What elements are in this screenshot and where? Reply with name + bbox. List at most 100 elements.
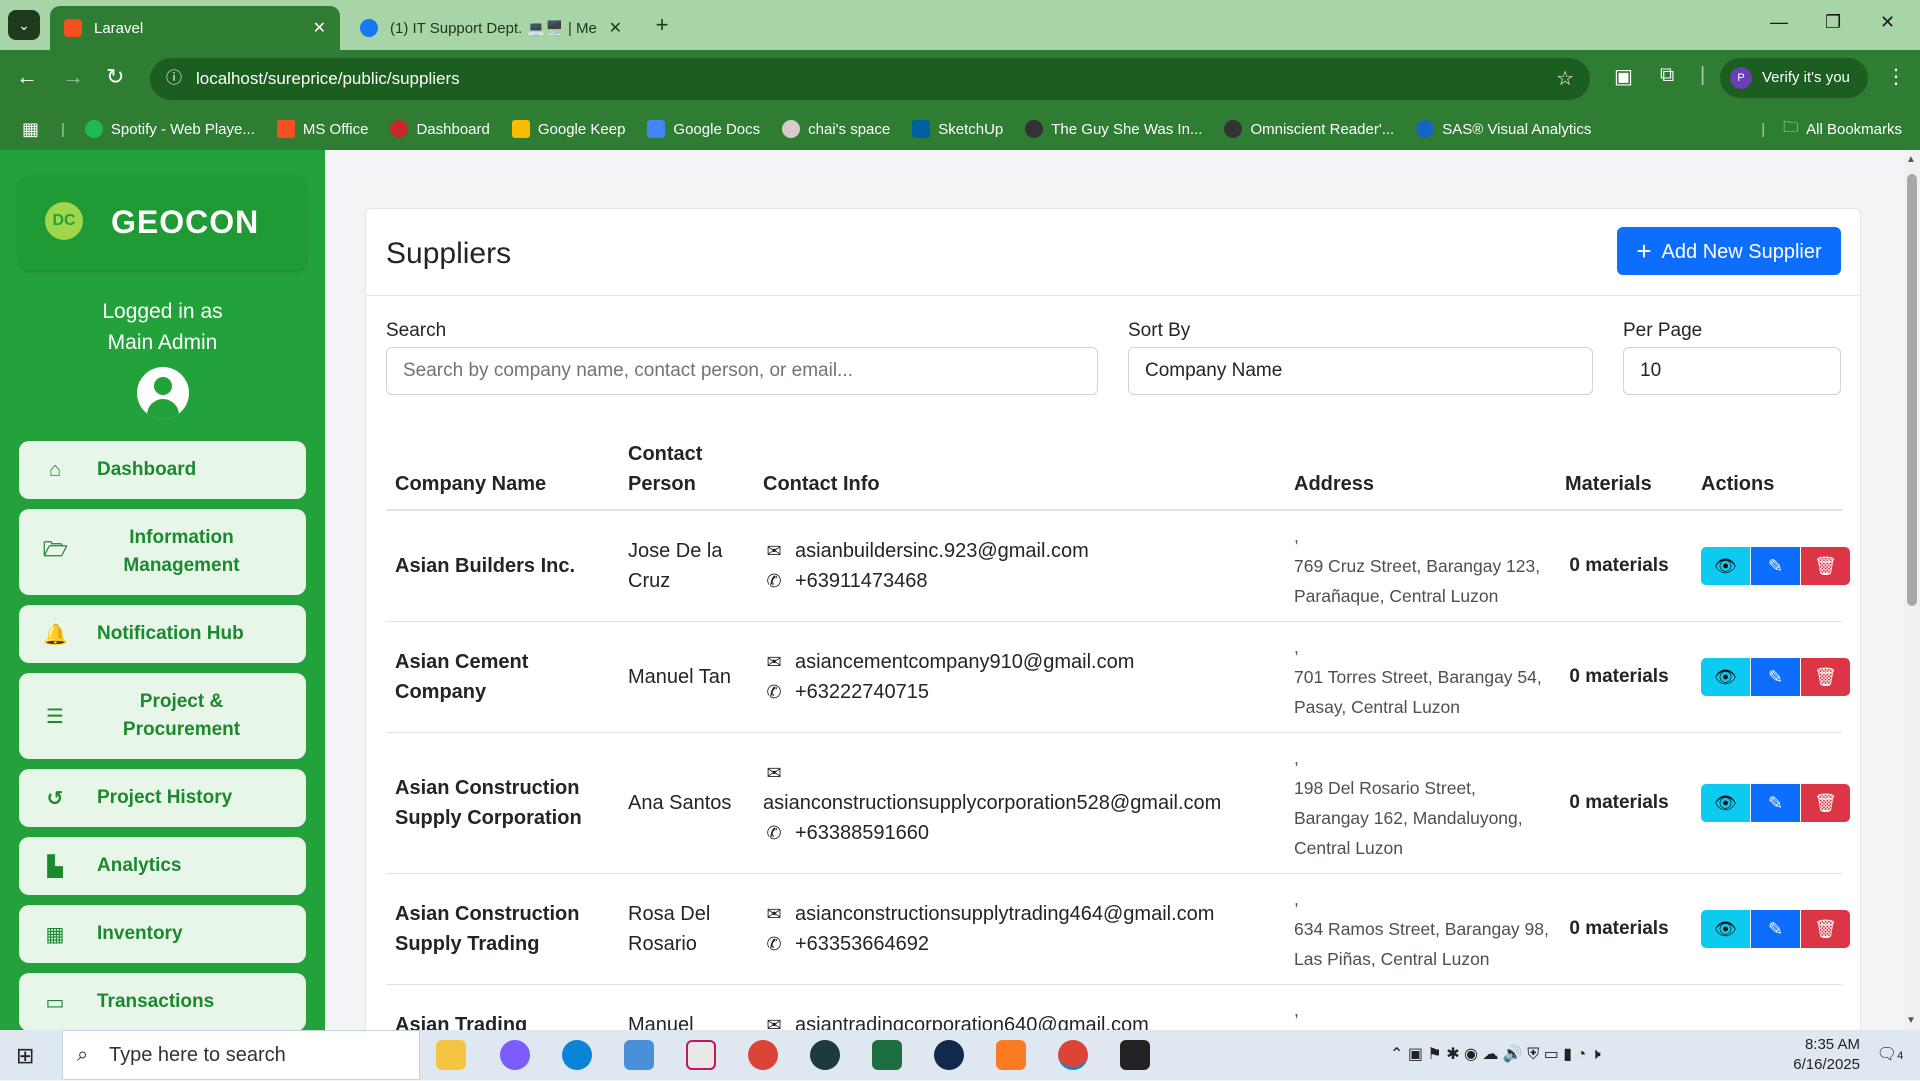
table-row[interactable]: Asian Construction Supply Corporation An… <box>386 733 1850 874</box>
extensions-puzzle-icon[interactable]: ⧉ <box>1660 64 1674 87</box>
app-icon[interactable] <box>810 1040 840 1070</box>
edit-icon: ✎ <box>1767 793 1784 813</box>
new-tab-button[interactable]: + <box>648 12 676 40</box>
edit-button[interactable]: ✎ <box>1751 658 1800 696</box>
browser-menu-icon[interactable]: ⋮ <box>1886 64 1906 89</box>
excel-icon[interactable] <box>872 1040 902 1070</box>
edit-button[interactable]: ✎ <box>1751 547 1800 585</box>
bookmarks-divider: | <box>1761 120 1766 138</box>
history-icon: ↺ <box>46 787 64 810</box>
bookmark-chais-space[interactable]: chai's space <box>782 120 890 138</box>
terminal-icon[interactable] <box>1120 1040 1150 1070</box>
copilot-icon[interactable] <box>500 1040 530 1070</box>
sidebar-item-project-history[interactable]: ↺ Project History <box>19 769 306 827</box>
view-button[interactable]: 👁 <box>1701 547 1750 585</box>
tab-messenger[interactable]: (1) IT Support Dept. 💻🖥️ | Me ✕ <box>346 6 636 50</box>
profile-button[interactable]: P Verify it's you <box>1720 58 1868 98</box>
bookmark-sas-analytics[interactable]: SAS® Visual Analytics <box>1416 120 1591 138</box>
tab-title: (1) IT Support Dept. 💻🖥️ | Me <box>390 20 597 37</box>
add-new-supplier-button[interactable]: + Add New Supplier <box>1617 227 1841 275</box>
column-header-company[interactable]: Company Name <box>395 469 546 499</box>
page-title: Suppliers <box>386 237 512 270</box>
sidebar-item-analytics[interactable]: ▙ Analytics <box>19 837 306 895</box>
edge-icon[interactable] <box>562 1040 592 1070</box>
sort-by-select[interactable]: Company Name <box>1128 347 1593 395</box>
search-input[interactable]: Search by company name, contact person, … <box>386 347 1098 395</box>
reload-icon[interactable]: ↻ <box>106 64 124 90</box>
bookmark-sketchup[interactable]: SketchUp <box>912 120 1003 138</box>
address-bar[interactable]: ⓘ localhost/sureprice/public/suppliers ☆ <box>150 58 1590 100</box>
column-header-contact-person[interactable]: Contact Person <box>628 439 728 499</box>
chrome-profile-icon[interactable] <box>1058 1040 1088 1070</box>
notifications-icon[interactable]: 🗨4 <box>1870 1030 1910 1080</box>
apps-grid-icon[interactable]: ▦ <box>22 119 39 140</box>
sidebar-item-dashboard[interactable]: ⌂ Dashboard <box>19 441 306 499</box>
close-tab-icon[interactable]: ✕ <box>609 18 622 38</box>
close-tab-icon[interactable]: ✕ <box>313 18 326 38</box>
bookmark-google-keep[interactable]: Google Keep <box>511 120 625 138</box>
book-icon <box>1025 120 1044 138</box>
delete-button[interactable]: 🗑 <box>1801 910 1850 948</box>
scroll-down-icon[interactable]: ▼ <box>1906 1015 1916 1026</box>
tab-laravel[interactable]: Laravel ✕ <box>50 6 340 50</box>
sidebar-item-project-procurement[interactable]: ☰ Project & Procurement <box>19 673 306 759</box>
chrome-icon[interactable] <box>748 1040 778 1070</box>
money-icon: ▭ <box>45 991 65 1014</box>
bookmark-google-docs[interactable]: Google Docs <box>647 120 760 138</box>
taskbar-search-box[interactable]: ⌕ Type here to search <box>62 1030 420 1080</box>
row-actions: 👁 ✎ 🗑 <box>1701 547 1851 585</box>
edit-button[interactable]: ✎ <box>1751 784 1800 822</box>
laravel-favicon-icon <box>64 19 82 37</box>
sidebar-item-notification-hub[interactable]: 🔔 Notification Hub <box>19 605 306 663</box>
app-c-icon[interactable] <box>934 1040 964 1070</box>
minimize-icon[interactable]: — <box>1770 12 1788 33</box>
snipping-tool-icon[interactable] <box>686 1040 716 1070</box>
brand-block[interactable]: DC GEOCON <box>19 176 306 270</box>
extension-icon[interactable]: ▣ <box>1614 64 1633 89</box>
table-row[interactable]: Asian Cement Company Manuel Tan ✉ asiance… <box>386 622 1850 733</box>
tab-search-button[interactable]: ⌄ <box>8 10 40 40</box>
edit-button[interactable]: ✎ <box>1751 910 1800 948</box>
maximize-icon[interactable]: ❐ <box>1825 12 1841 33</box>
delete-button[interactable]: 🗑 <box>1801 547 1850 585</box>
system-tray-icons[interactable]: ⌃ ▣ ⚑ ✱ ◉ ☁ 🔊 ⛨ ▭ ▮ ◔ 🕨 <box>1390 1030 1740 1080</box>
xampp-icon[interactable] <box>996 1040 1026 1070</box>
sidebar-item-information-management[interactable]: 🗁 Information Management <box>19 509 306 595</box>
delete-button[interactable]: 🗑 <box>1801 658 1850 696</box>
contact-person: Rosa Del Rosario <box>628 903 711 955</box>
page-scrollbar[interactable]: ▲ ▼ <box>1904 150 1920 1030</box>
sidebar-item-inventory[interactable]: ▦ Inventory <box>19 905 306 963</box>
bookmark-omniscient-reader[interactable]: Omniscient Reader'... <box>1224 120 1394 138</box>
view-button[interactable]: 👁 <box>1701 658 1750 696</box>
geocon-logo-icon: DC <box>45 202 83 240</box>
column-header-materials: Materials <box>1565 473 1652 495</box>
back-icon[interactable]: ← <box>16 64 38 90</box>
column-header-address: Address <box>1294 473 1375 495</box>
forward-icon[interactable]: → <box>62 64 84 90</box>
view-button[interactable]: 👁 <box>1701 910 1750 948</box>
per-page-select[interactable]: 10 <box>1623 347 1841 395</box>
bookmark-the-guy-she-was[interactable]: The Guy She Was In... <box>1025 120 1202 138</box>
all-bookmarks[interactable]: | 🗀 All Bookmarks <box>1761 117 1902 142</box>
sidebar-item-transactions[interactable]: ▭ Transactions <box>19 973 306 1031</box>
bookmark-star-icon[interactable]: ☆ <box>1556 58 1574 100</box>
delete-button[interactable]: 🗑 <box>1801 784 1850 822</box>
news-icon[interactable] <box>624 1040 654 1070</box>
site-info-icon[interactable]: ⓘ <box>166 58 182 100</box>
bookmark-spotify[interactable]: Spotify - Web Playe... <box>84 120 255 138</box>
bookmark-dashboard[interactable]: Dashboard <box>390 120 490 138</box>
bookmark-ms-office[interactable]: MS Office <box>276 120 368 138</box>
scroll-up-icon[interactable]: ▲ <box>1906 154 1916 165</box>
file-explorer-icon[interactable] <box>436 1040 466 1070</box>
windows-start-icon[interactable]: ⊞ <box>16 1043 34 1069</box>
scrollbar-thumb[interactable] <box>1907 174 1917 606</box>
trash-icon: 🗑 <box>1814 556 1837 576</box>
table-row[interactable]: Asian Construction Supply Trading Rosa D… <box>386 874 1850 985</box>
address: , <box>1294 1000 1299 1020</box>
trash-icon: 🗑 <box>1814 667 1837 687</box>
close-window-icon[interactable]: ✕ <box>1880 12 1895 33</box>
view-button[interactable]: 👁 <box>1701 784 1750 822</box>
clock[interactable]: 8:35 AM 6/16/2025 <box>1740 1030 1860 1080</box>
table-row[interactable]: Asian Builders Inc. Jose De la Cruz ✉ asi… <box>386 511 1850 622</box>
contact-phone: +63353664692 <box>795 933 930 955</box>
